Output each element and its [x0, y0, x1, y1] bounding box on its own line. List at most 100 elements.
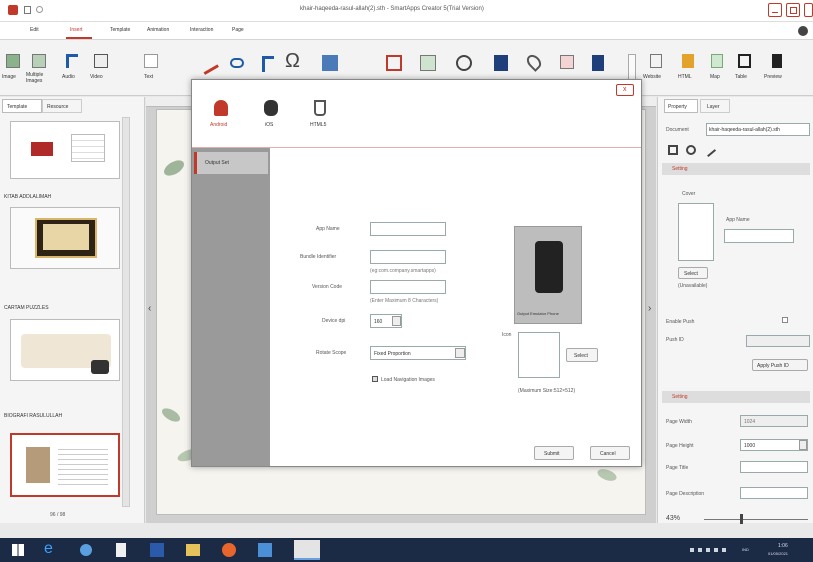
nav-images-checkbox[interactable]: [372, 376, 378, 382]
word-icon[interactable]: [150, 543, 164, 557]
store-icon[interactable]: [80, 544, 92, 556]
frame-icon[interactable]: [386, 55, 402, 71]
cancel-button[interactable]: Cancel: [590, 446, 630, 460]
files-icon[interactable]: [116, 543, 126, 557]
platform-html5[interactable]: HTML5: [304, 100, 338, 140]
settings-header-2[interactable]: Setting: [662, 391, 810, 403]
location-icon[interactable]: [524, 52, 544, 72]
stepper-arrows-icon[interactable]: [799, 440, 807, 450]
settings-icon[interactable]: [686, 145, 696, 155]
html-tool[interactable]: HTML: [676, 52, 700, 88]
minimize-button[interactable]: [768, 3, 782, 17]
preview-tool[interactable]: Preview: [762, 52, 792, 88]
thumbnail-scrollbar[interactable]: [122, 117, 130, 507]
minimize-icon: [772, 12, 778, 13]
text-tool[interactable]: Text: [140, 52, 162, 88]
version-input[interactable]: [370, 280, 446, 294]
page-height-stepper[interactable]: 1000: [740, 439, 808, 451]
windows-start-icon[interactable]: [12, 544, 24, 556]
table-tool[interactable]: Table: [732, 52, 758, 88]
sidebar-item-output-set[interactable]: Output Set: [194, 152, 268, 174]
phone-preview: Output Emulator Phone: [514, 226, 582, 324]
pen-icon[interactable]: [197, 53, 219, 75]
zoom-slider-track[interactable]: [704, 519, 808, 520]
taskbar: e IND 1:06 01/05/2021: [0, 538, 813, 562]
undo-icon[interactable]: [36, 6, 43, 13]
page-title-field[interactable]: [740, 461, 808, 473]
multiple-images-tool[interactable]: Multiple Images: [26, 52, 56, 92]
page-thumbnail[interactable]: [10, 121, 120, 179]
device-dpi-stepper[interactable]: 160: [370, 314, 402, 328]
menu-template[interactable]: Template: [110, 27, 130, 33]
bookmark-icon[interactable]: [592, 55, 604, 71]
page-description-field[interactable]: [740, 487, 808, 499]
menu-animation[interactable]: Animation: [147, 27, 169, 33]
zoom-slider-handle[interactable]: [740, 514, 743, 524]
maximize-button[interactable]: [786, 3, 800, 17]
close-window-button[interactable]: [804, 3, 813, 17]
map-tool[interactable]: Map: [706, 52, 728, 88]
push-id-field[interactable]: [746, 335, 810, 347]
menu-insert[interactable]: Insert: [70, 27, 83, 33]
audio-tool[interactable]: Audio: [60, 52, 84, 88]
page-width-field[interactable]: 1024: [740, 415, 808, 427]
next-page-arrow-icon[interactable]: ›: [648, 303, 651, 314]
page-thumbnail[interactable]: [10, 319, 120, 381]
folder-icon[interactable]: [186, 544, 200, 556]
language-indicator[interactable]: IND: [742, 547, 749, 552]
page-thumbnail[interactable]: [10, 207, 120, 269]
enable-push-checkbox[interactable]: [782, 317, 788, 323]
dialog-close-button[interactable]: x: [616, 84, 634, 96]
tab-property[interactable]: Property: [664, 99, 698, 113]
menu-interaction[interactable]: Interaction: [190, 27, 213, 33]
tab-template[interactable]: Template: [2, 99, 42, 113]
text-icon: [144, 54, 158, 68]
settings-gear-icon[interactable]: [798, 26, 808, 36]
menu-edit[interactable]: Edit: [30, 27, 39, 33]
page-height-value: 1000: [744, 443, 756, 449]
app-name-label: App Name: [316, 226, 340, 232]
page-title-label: Page Title: [666, 465, 689, 471]
document-select[interactable]: khair-haqeeda-rasul-allah(2).sth: [706, 123, 810, 136]
timer-icon[interactable]: [456, 55, 472, 71]
book-icon[interactable]: [494, 55, 508, 71]
stepper-arrows-icon[interactable]: [392, 316, 401, 326]
rotate-scope-select[interactable]: Fixed Proportion: [370, 346, 466, 360]
save-icon[interactable]: [24, 6, 31, 14]
bundle-input[interactable]: [370, 250, 446, 264]
flag-icon[interactable]: [560, 55, 574, 69]
omega-icon[interactable]: Ω: [285, 50, 300, 73]
submit-button[interactable]: Submit: [534, 446, 574, 460]
smartapps-icon[interactable]: [294, 540, 320, 560]
close-icon: x: [623, 86, 627, 93]
shape-icon[interactable]: [322, 55, 338, 71]
app-name-input[interactable]: [370, 222, 446, 236]
push-id-label: Push ID: [666, 337, 684, 343]
settings-header[interactable]: Setting: [662, 163, 810, 175]
prev-page-arrow-icon[interactable]: ‹: [148, 303, 151, 314]
tab-resource[interactable]: Resource: [42, 99, 82, 113]
link-tool-icon[interactable]: [701, 142, 717, 158]
edge-icon[interactable]: e: [44, 540, 53, 558]
property-icon[interactable]: [668, 145, 678, 155]
link-icon[interactable]: [230, 58, 244, 68]
firefox-icon[interactable]: [222, 543, 236, 557]
apply-push-button[interactable]: Apply Push ID: [752, 359, 808, 371]
icon-select-button[interactable]: Select: [566, 348, 598, 362]
paint-icon[interactable]: [262, 56, 274, 72]
cover-select-button[interactable]: Select: [678, 267, 708, 279]
page-description-label: Page Description: [666, 491, 705, 497]
page-thumbnail-selected[interactable]: [10, 433, 120, 497]
tab-layer[interactable]: Layer: [700, 99, 730, 113]
app-name-field[interactable]: [724, 229, 794, 243]
image-tool[interactable]: Image: [2, 52, 24, 88]
dialog-sidebar: Output Set: [192, 148, 270, 466]
platform-ios[interactable]: iOS: [256, 100, 286, 140]
platform-android[interactable]: Android: [204, 100, 240, 140]
app-icon[interactable]: [258, 543, 272, 557]
map-icon: [711, 54, 723, 68]
video-tool[interactable]: Video: [88, 52, 114, 88]
website-tool[interactable]: Website: [643, 52, 671, 88]
menu-page[interactable]: Page: [232, 27, 244, 33]
picture-frame-icon[interactable]: [420, 55, 436, 71]
